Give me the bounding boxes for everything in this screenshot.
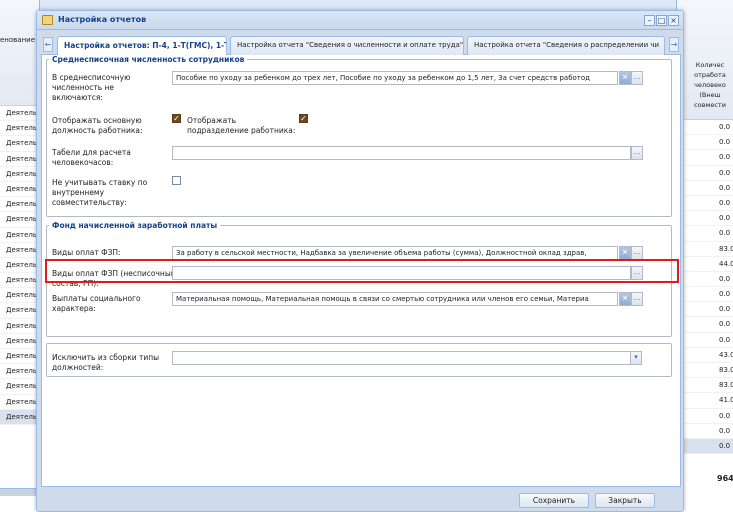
grid-horizontal-scrollbar[interactable] [0, 488, 40, 496]
grid-left-row[interactable]: Деятель [0, 273, 39, 289]
grid-left-row[interactable]: Деятель [0, 349, 39, 365]
exclude-types-dropdown-icon[interactable]: ▾ [630, 351, 642, 365]
grid-left-row[interactable]: Деятель [0, 121, 39, 137]
social-clear-icon[interactable]: × [619, 292, 631, 306]
grid-left-row[interactable]: Деятель [0, 303, 39, 319]
show-subdivision-label: Отображать подразделение работника: [187, 116, 296, 135]
grid-right-row[interactable]: 0.0 [677, 272, 733, 288]
payments-label: Виды оплат ФЗП: [52, 248, 121, 257]
grid-right-row[interactable]: 0.0 [677, 409, 733, 424]
grid-total: 964 [717, 474, 733, 483]
grid-left-row[interactable]: Деятель [0, 136, 39, 152]
timesheets-select-button[interactable]: ... [631, 146, 643, 160]
grid-left-row[interactable]: Деятель [0, 197, 39, 213]
minimize-icon[interactable]: – [644, 15, 655, 26]
report-settings-icon [42, 15, 53, 25]
tab-headcount-pay-settings[interactable]: Настройка отчета "Сведения о численности… [230, 36, 464, 55]
timesheets-label: Табели для расчета человекочасов: [52, 148, 131, 167]
payments-select-button[interactable]: ... [631, 246, 643, 260]
tab-distribution-settings[interactable]: Настройка отчета "Сведения о распределен… [467, 36, 665, 55]
background-grid-left: енование Деятель Деятель Деятель Деятель Дея… [0, 0, 40, 512]
tab-strip: ← Настройка отчетов: П-4, 1-Т(ГМС), 1-Т … [41, 33, 681, 56]
grid-left-row[interactable]: Деятель [0, 334, 39, 349]
grid-left-rows: Деятель Деятель Деятель Деятель Деятель Деяте… [0, 106, 39, 425]
grid-right-row[interactable]: 0.0 [677, 181, 733, 196]
close-icon[interactable]: × [668, 15, 679, 26]
grid-left-row[interactable]: Деятель [0, 243, 39, 258]
payments-field[interactable]: За работу в сельской местности, Надбавка… [172, 246, 618, 260]
tab-p4-settings[interactable]: Настройка отчетов: П-4, 1-Т(ГМС), 1-Т [57, 36, 227, 56]
grid-left-row[interactable]: Деятель [0, 395, 39, 410]
grid-right-row[interactable]: 44.0 [677, 257, 733, 272]
show-position-checkbox[interactable]: ✓ [172, 114, 181, 123]
social-field[interactable]: Материальная помощь, Материальная помощь… [172, 292, 618, 306]
grid-header-name[interactable]: енование [0, 0, 39, 106]
grid-right-row[interactable]: 43.0 [677, 348, 733, 363]
grid-left-row[interactable]: Деятель [0, 167, 39, 182]
excluded-label: В среднесписочную численность не включаю… [52, 73, 131, 102]
grid-right-row[interactable]: 0.0 [677, 287, 733, 303]
grid-right-row[interactable]: 83.0 [677, 363, 733, 379]
grid-right-row[interactable]: 0.0 [677, 302, 733, 318]
exclude-types-combo[interactable] [172, 351, 642, 365]
social-select-button[interactable]: ... [631, 292, 643, 306]
tab-scroll-right-icon[interactable]: → [669, 37, 679, 52]
excluded-field[interactable]: Пособие по уходу за ребенком до трех лет… [172, 71, 618, 85]
ignore-rate-checkbox[interactable] [172, 176, 181, 185]
window-title: Настройка отчетов [58, 15, 147, 24]
ignore-rate-label: Не учитывать ставку по внутреннему совме… [52, 178, 148, 207]
grid-right-row[interactable]: 0.0 [677, 135, 733, 151]
grid-left-row[interactable]: Деятель [0, 258, 39, 274]
excluded-clear-icon[interactable]: × [619, 71, 631, 85]
grid-right-row[interactable]: 0.0 [677, 226, 733, 242]
background-grid-right: Количес отработа человеко (Внеш совмести… [676, 0, 733, 512]
grid-right-row[interactable]: 0.0 [677, 424, 733, 439]
window-footer: Сохранить Закрыть [41, 489, 681, 509]
grid-header-count[interactable]: Количес отработа человеко (Внеш совмести [677, 0, 733, 120]
show-subdivision-checkbox[interactable]: ✓ [299, 114, 308, 123]
show-position-label: Отображать основную должность работника: [52, 116, 143, 135]
grid-left-row[interactable]: Деятель [0, 106, 39, 122]
fieldset-payroll-legend: Фонд начисленной заработной платы [52, 221, 218, 230]
grid-left-row[interactable]: Деятель [0, 228, 39, 243]
grid-left-row[interactable]: Деятель [0, 152, 39, 167]
grid-right-row[interactable]: 83.0 [677, 242, 733, 257]
grid-right-row[interactable]: 0.0 [677, 211, 733, 227]
grid-right-row[interactable]: 0.0 [677, 438, 733, 455]
grid-right-row[interactable]: 0.0 [677, 120, 733, 136]
grid-left-row[interactable]: Деятель [0, 364, 39, 380]
grid-right-row[interactable]: 0.0 [677, 196, 733, 212]
grid-right-row[interactable]: 0.0 [677, 166, 733, 181]
social-label: Выплаты социального характера: [52, 294, 141, 313]
grid-right-rows: 0.00.00.00.00.00.00.00.083.044.00.00.00.… [677, 120, 733, 455]
grid-left-row[interactable]: Деятель [0, 409, 39, 425]
restore-icon[interactable]: □ [656, 15, 667, 26]
grid-right-row[interactable]: 83.0 [677, 378, 733, 394]
grid-header-name-label: енование [0, 36, 36, 44]
window-titlebar[interactable]: Настройка отчетов – □ × [37, 11, 683, 30]
grid-right-row[interactable]: 0.0 [677, 150, 733, 166]
grid-right-row[interactable]: 41.0 [677, 393, 733, 409]
grid-left-row[interactable]: Деятель [0, 288, 39, 304]
highlight-box [45, 259, 679, 283]
grid-left-row[interactable]: Деятель [0, 212, 39, 228]
save-button[interactable]: Сохранить [519, 493, 589, 508]
grid-left-row[interactable]: Деятель [0, 182, 39, 198]
payments-clear-icon[interactable]: × [619, 246, 631, 260]
tab-scroll-left-icon[interactable]: ← [43, 37, 53, 52]
window-tools: – □ × [644, 15, 679, 26]
excluded-select-button[interactable]: ... [631, 71, 643, 85]
timesheets-field[interactable] [172, 146, 631, 160]
grid-right-row[interactable]: 0.0 [677, 333, 733, 348]
fieldset-headcount-legend: Среднесписочная численность сотрудников [52, 55, 245, 64]
grid-left-row[interactable]: Деятель [0, 379, 39, 395]
close-button[interactable]: Закрыть [595, 493, 655, 508]
grid-left-row[interactable]: Деятель [0, 319, 39, 334]
grid-right-row[interactable]: 0.0 [677, 317, 733, 333]
exclude-types-label: Исключить из сборки типы должностей: [52, 353, 160, 372]
